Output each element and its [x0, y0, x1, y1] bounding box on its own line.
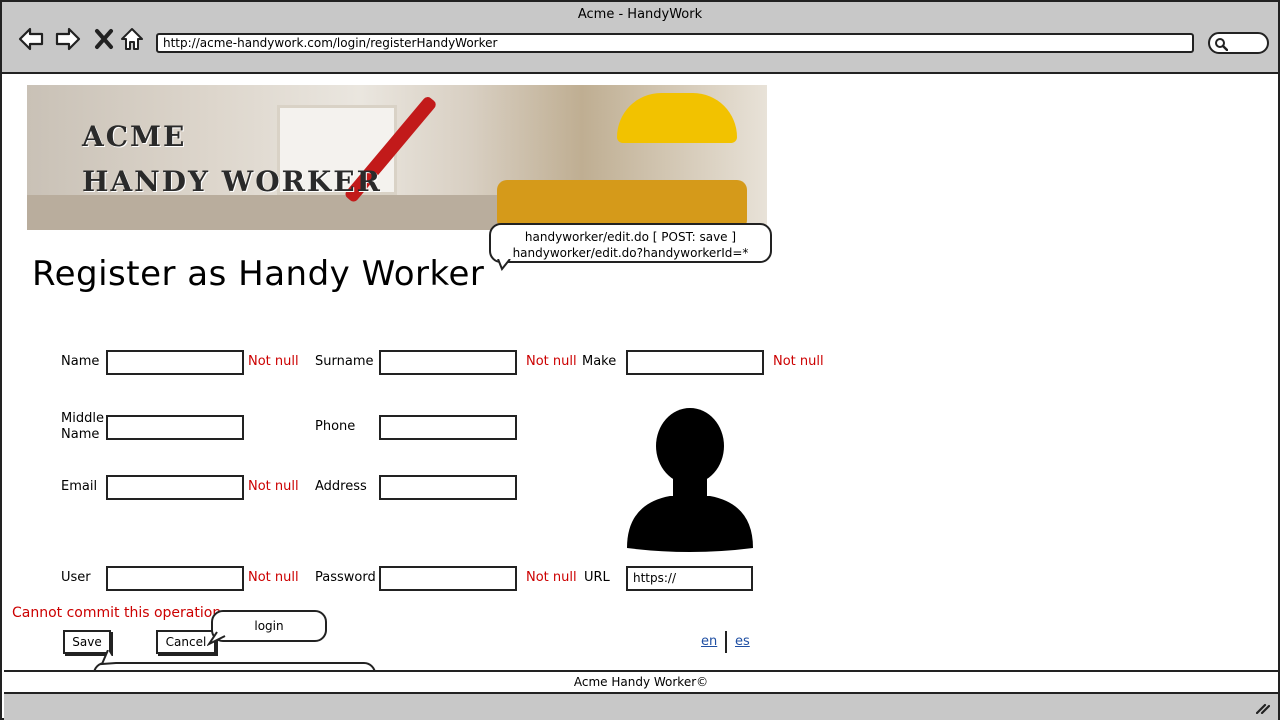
middle-name-label-line2: Name — [61, 427, 100, 442]
surname-field[interactable] — [379, 350, 517, 375]
error-message: Cannot commit this operation — [12, 605, 222, 621]
hard-hat-graphic — [617, 93, 737, 143]
url-label: URL — [584, 570, 610, 585]
address-field[interactable] — [379, 475, 517, 500]
user-label: User — [61, 570, 91, 585]
password-required-note: Not null — [526, 570, 577, 585]
phone-label: Phone — [315, 419, 356, 434]
make-label: Make — [582, 354, 617, 369]
browser-status-bar — [4, 694, 1278, 720]
email-required-note: Not null — [248, 479, 299, 494]
search-icon — [1215, 38, 1228, 51]
login-callout-tail — [207, 631, 226, 646]
user-avatar-icon — [627, 408, 753, 552]
browser-window: Acme - HandyWork http://acme-handywork.c… — [0, 0, 1280, 720]
make-required-note: Not null — [773, 354, 824, 369]
page-title: Register as Handy Worker — [32, 254, 485, 294]
user-field[interactable] — [106, 566, 244, 591]
home-icon[interactable] — [119, 26, 145, 52]
banner-logo-line1: ACME — [82, 120, 187, 153]
page-footer: Acme Handy Worker© — [4, 670, 1278, 694]
name-field[interactable] — [106, 350, 244, 375]
annotation-login: login — [211, 610, 327, 642]
window-title: Acme - HandyWork — [577, 7, 703, 22]
annotation-callout-top: handyworker/edit.do [ POST: save ] handy… — [489, 223, 772, 263]
url-bar[interactable]: http://acme-handywork.com/login/register… — [156, 33, 1194, 53]
password-field[interactable] — [379, 566, 517, 591]
surname-required-note: Not null — [526, 354, 577, 369]
middle-name-label-line1: Middle — [61, 411, 104, 426]
annotation-top-line2: handyworker/edit.do?handyworkerId=* — [512, 246, 749, 260]
forward-arrow-icon[interactable] — [55, 26, 81, 52]
email-field[interactable] — [106, 475, 244, 500]
password-label: Password — [315, 570, 376, 585]
user-required-note: Not null — [248, 570, 299, 585]
callout-tail — [497, 259, 511, 271]
language-separator — [725, 631, 727, 653]
make-field[interactable] — [626, 350, 764, 375]
bottom-callout-tail — [100, 650, 117, 666]
banner-logo-line2: HANDY WORKER — [82, 165, 382, 198]
surname-label: Surname — [315, 354, 374, 369]
header-banner: ACME HANDY WORKER — [27, 85, 767, 230]
back-arrow-icon[interactable] — [18, 26, 44, 52]
annotation-top-line1: handyworker/edit.do [ POST: save ] — [524, 230, 737, 244]
address-label: Address — [315, 479, 367, 494]
phone-field[interactable] — [379, 415, 517, 440]
close-icon[interactable] — [92, 26, 118, 52]
language-link-es[interactable]: es — [735, 634, 750, 649]
url-field[interactable]: https:// — [626, 566, 753, 591]
search-box[interactable] — [1208, 32, 1269, 54]
middle-name-field[interactable] — [106, 415, 244, 440]
email-label: Email — [61, 479, 98, 494]
name-required-note: Not null — [248, 354, 299, 369]
name-label: Name — [61, 354, 100, 369]
browser-chrome: Acme - HandyWork http://acme-handywork.c… — [2, 2, 1278, 74]
language-link-en[interactable]: en — [701, 634, 717, 649]
resize-grip-icon[interactable] — [1256, 702, 1270, 714]
banner-counter-graphic — [27, 195, 507, 230]
